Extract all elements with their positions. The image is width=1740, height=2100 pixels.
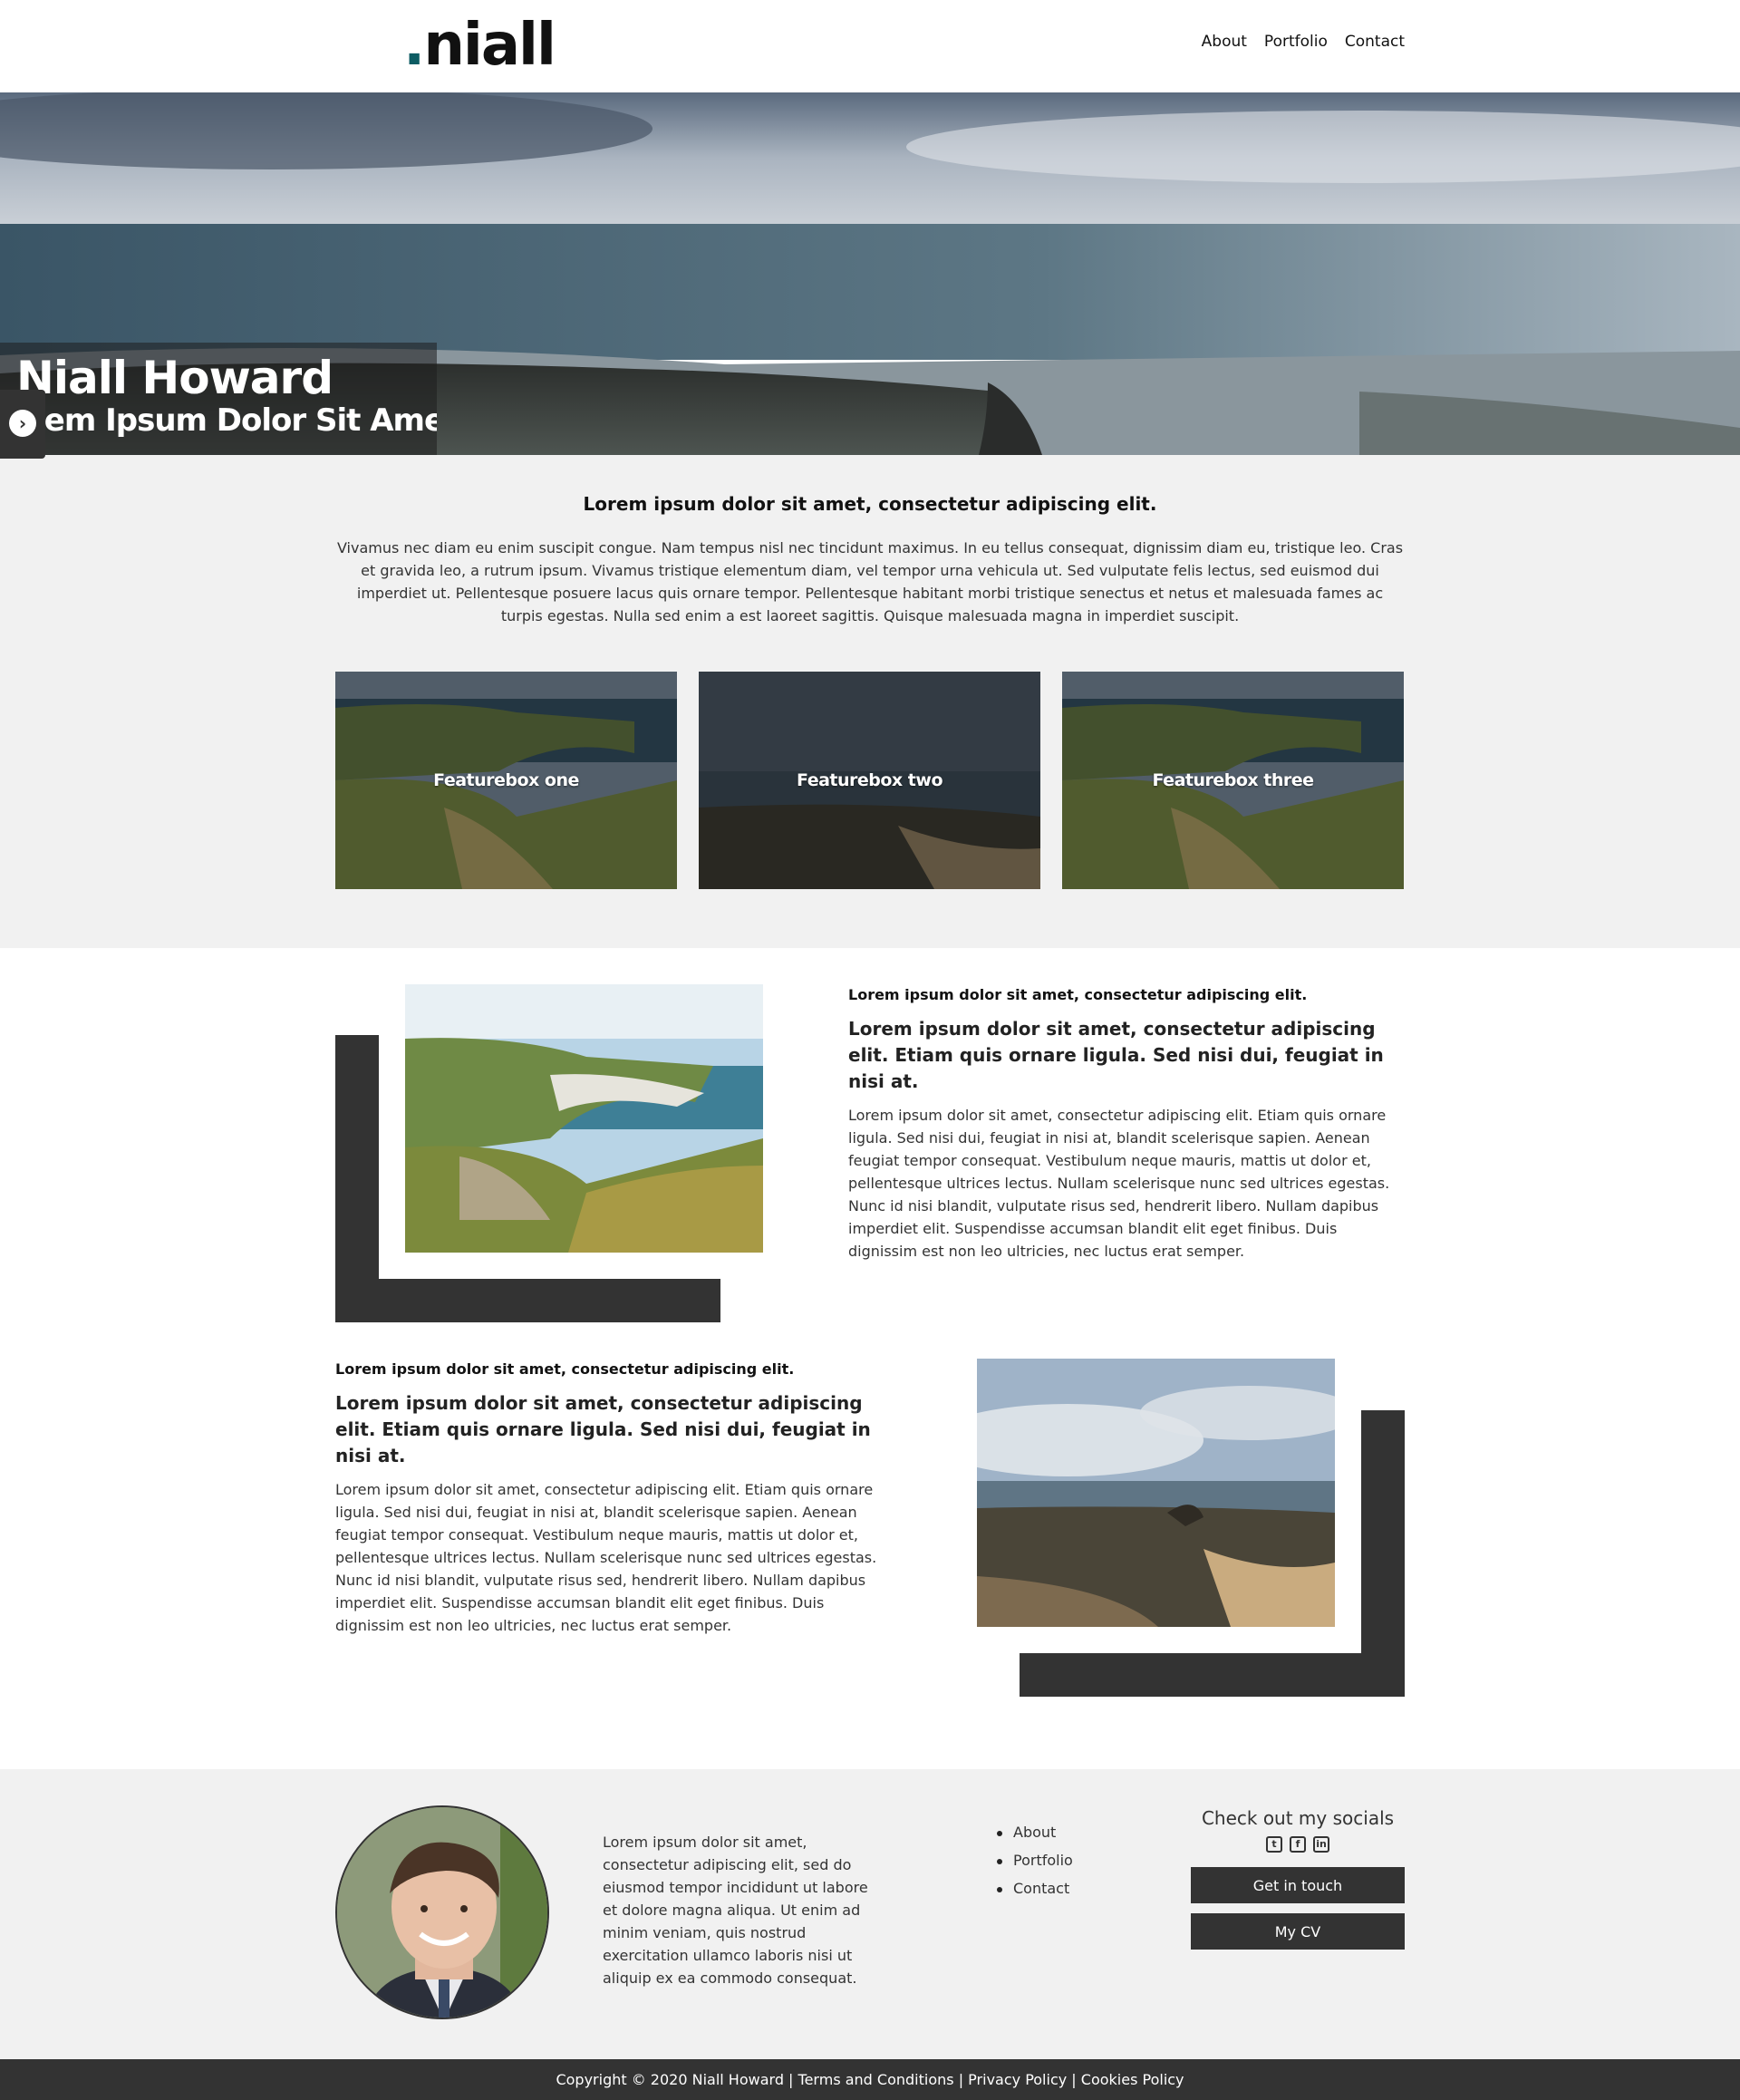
logo-text: niall xyxy=(423,12,556,79)
content-heading: Lorem ipsum dolor sit amet, consectetur … xyxy=(335,1392,871,1466)
facebook-icon[interactable]: f xyxy=(1290,1836,1306,1853)
nav-portfolio[interactable]: Portfolio xyxy=(1264,33,1328,51)
footer-links: About Portfolio Contact xyxy=(997,1824,1073,1908)
intro-title: Lorem ipsum dolor sit amet, consectetur … xyxy=(583,493,1157,515)
hero-name: Niall Howard xyxy=(16,352,334,404)
hero-tagline: Lorem Ipsum Dolor Sit Amet xyxy=(0,402,437,439)
linkedin-icon[interactable]: in xyxy=(1313,1836,1329,1853)
footer-link-portfolio[interactable]: Portfolio xyxy=(997,1852,1073,1869)
main-nav: About Portfolio Contact xyxy=(1202,33,1405,51)
site-footer: Lorem ipsum dolor sit amet, consectetur … xyxy=(0,1769,1740,2059)
decorative-bracket xyxy=(335,1279,720,1322)
footer-link-about[interactable]: About xyxy=(997,1824,1073,1841)
decorative-bracket xyxy=(1020,1653,1405,1697)
content-text-2: Lorem ipsum dolor sit amet, consectetur … xyxy=(335,1360,892,1637)
my-cv-button[interactable]: My CV xyxy=(1191,1913,1405,1950)
logo[interactable]: .niall xyxy=(403,12,556,79)
intro-body: Vivamus nec diam eu enim suscipit congue… xyxy=(336,539,1404,624)
footer-about: Lorem ipsum dolor sit amet, consectetur … xyxy=(603,1834,868,1987)
content-heading: Lorem ipsum dolor sit amet, consectetur … xyxy=(848,1018,1384,1092)
hero-caption: Niall Howard Lorem Ipsum Dolor Sit Amet xyxy=(0,343,437,455)
get-in-touch-button[interactable]: Get in touch xyxy=(1191,1867,1405,1903)
beach-photo xyxy=(977,1359,1335,1627)
footer-link-contact[interactable]: Contact xyxy=(997,1880,1073,1897)
featurebox-one-label: Featurebox one xyxy=(433,770,579,790)
intro-section: Lorem ipsum dolor sit amet, consectetur … xyxy=(0,455,1740,948)
featurebox-one[interactable]: Featurebox one xyxy=(335,672,677,889)
twitter-icon[interactable]: t xyxy=(1266,1836,1282,1853)
hero-next-button[interactable]: › xyxy=(0,390,45,459)
featurebox-three-label: Featurebox three xyxy=(1152,770,1314,790)
social-icons: t f in xyxy=(1191,1836,1405,1853)
featurebox-three[interactable]: Featurebox three xyxy=(1062,672,1404,889)
content-body: Lorem ipsum dolor sit amet, consectetur … xyxy=(335,1481,877,1634)
site-header: .niall About Portfolio Contact xyxy=(0,0,1740,92)
content-text-1: Lorem ipsum dolor sit amet, consectetur … xyxy=(848,986,1405,1263)
featurebox-two-label: Featurebox two xyxy=(797,770,943,790)
chevron-right-circle-icon: › xyxy=(9,410,36,437)
content-kicker: Lorem ipsum dolor sit amet, consectetur … xyxy=(335,1360,795,1378)
content-body: Lorem ipsum dolor sit amet, consectetur … xyxy=(848,1107,1390,1260)
hero-banner: Niall Howard Lorem Ipsum Dolor Sit Amet xyxy=(0,92,1740,455)
cliff-photo xyxy=(405,984,763,1253)
content-kicker: Lorem ipsum dolor sit amet, consectetur … xyxy=(848,986,1308,1003)
featurebox-two[interactable]: Featurebox two xyxy=(699,672,1040,889)
nav-about[interactable]: About xyxy=(1202,33,1247,51)
nav-contact[interactable]: Contact xyxy=(1345,33,1405,51)
logo-dot: . xyxy=(403,12,425,79)
avatar xyxy=(335,1805,549,2019)
copyright-bar: Copyright © 2020 Niall Howard | Terms an… xyxy=(0,2059,1740,2100)
socials-title: Check out my socials xyxy=(1201,1807,1395,1829)
